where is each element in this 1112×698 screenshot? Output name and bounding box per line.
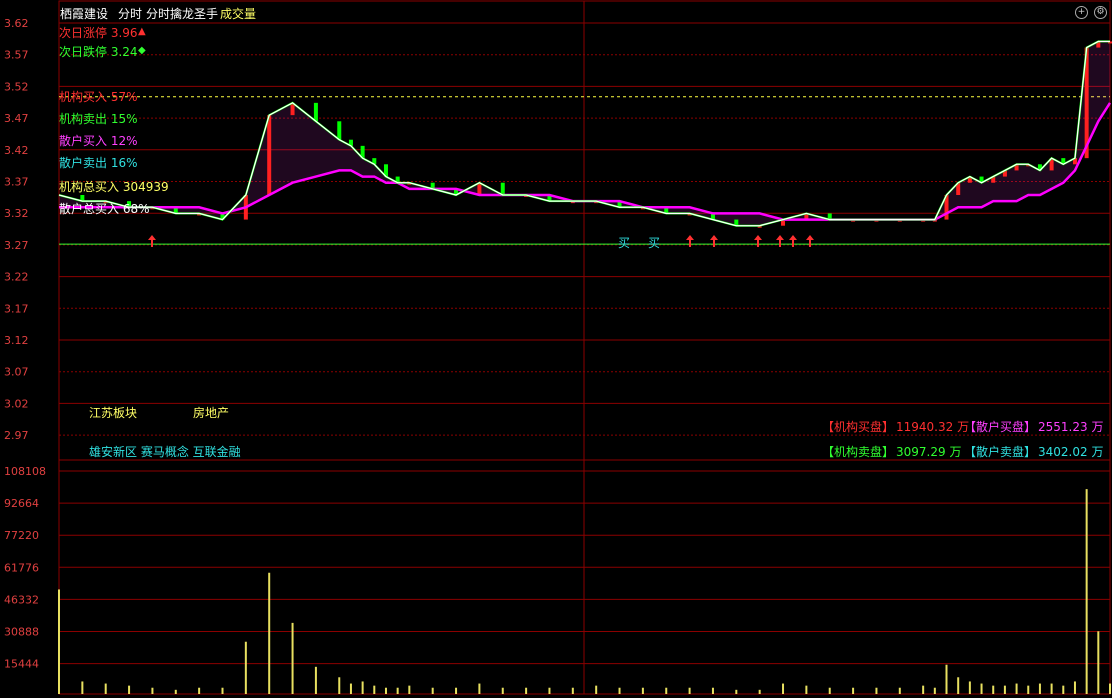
industry-tag: 房地产 [193, 406, 230, 420]
mode-label: 分时 [118, 7, 143, 21]
price-tick-label: 3.57 [4, 49, 29, 62]
inst-buy-label: 【机构买盘】 [822, 420, 895, 434]
stock-name: 栖霞建设 [60, 7, 109, 21]
price-tick-label: 3.22 [4, 271, 29, 284]
volume-tick-label: 108108 [4, 465, 46, 478]
volume-tick-label: 30888 [4, 626, 39, 639]
retail-sell-label: 【散户卖盘】 [964, 445, 1037, 459]
sector-tag: 江苏板块 [89, 406, 138, 420]
legend-next-limit-down: 次日跌停 3.24 [59, 45, 138, 59]
price-tick-label: 3.27 [4, 239, 29, 252]
inst-sell-value: 3097.29 万 [896, 445, 962, 459]
volume-tick-label: 77220 [4, 529, 39, 542]
price-tick-label: 3.37 [4, 176, 29, 189]
concept-tags: 雄安新区 赛马概念 互联金融 [89, 445, 241, 459]
volume-tick-label: 46332 [4, 593, 39, 606]
volume-tick-label: 92664 [4, 497, 39, 510]
price-tick-label: 3.12 [4, 334, 29, 347]
volume-indicator-label: 成交量 [220, 7, 257, 21]
chart-frame: 3.62 3.57 3.52 3.47 3.42 3.37 3.32 3.27 3.22 3.17… [0, 0, 1112, 698]
triangle-up-icon: ▲ [138, 26, 146, 37]
legend-inst-sell: 机构卖出 15% [59, 112, 138, 126]
buy-arrow-icon [776, 235, 784, 247]
price-tick-label: 3.52 [4, 80, 29, 93]
inst-buy-value: 11940.32 万 [896, 420, 970, 434]
down-bar [313, 102, 318, 122]
up-bar [267, 115, 272, 195]
down-bar [337, 121, 342, 140]
price-tick-label: 3.32 [4, 207, 29, 220]
legend-next-limit-up: 次日涨停 3.96 [59, 26, 138, 40]
add-icon[interactable]: + [1075, 6, 1088, 19]
intraday-chart[interactable]: 3.62 3.57 3.52 3.47 3.42 3.37 3.32 3.27 3.22 3.17… [0, 0, 1112, 698]
diamond-icon: ◆ [138, 45, 146, 56]
legend-retail-sell: 散户卖出 16% [59, 156, 138, 170]
price-tick-label: 3.02 [4, 397, 29, 410]
inst-sell-label: 【机构卖盘】 [822, 445, 895, 459]
settings-icon[interactable]: ⚙ [1094, 6, 1107, 19]
indicator-name: 分时擒龙圣手 [146, 7, 219, 21]
price-tick-label: 2.97 [4, 429, 29, 442]
legend-inst-total-buy: 机构总买入 304939 [59, 180, 169, 194]
retail-buy-value: 2551.23 万 [1038, 420, 1104, 434]
buy-signal-text: 买 [648, 236, 661, 250]
price-tick-label: 3.47 [4, 112, 29, 125]
retail-sell-value: 3402.02 万 [1038, 445, 1104, 459]
buy-arrow-icon [148, 235, 156, 247]
price-tick-label: 3.42 [4, 144, 29, 157]
buy-signal-text: 买 [618, 236, 631, 250]
price-tick-label: 3.07 [4, 366, 29, 379]
price-tick-label: 3.62 [4, 17, 29, 30]
volume-tick-label: 61776 [4, 561, 39, 574]
legend-retail-buy: 散户买入 12% [59, 134, 138, 148]
legend-inst-buy: 机构买入 57% [59, 90, 138, 104]
retail-buy-label: 【散户买盘】 [964, 420, 1037, 434]
volume-tick-label: 15444 [4, 658, 39, 671]
price-tick-label: 3.17 [4, 302, 29, 315]
legend-retail-total-buy: 散户总买入 68% [59, 202, 150, 216]
